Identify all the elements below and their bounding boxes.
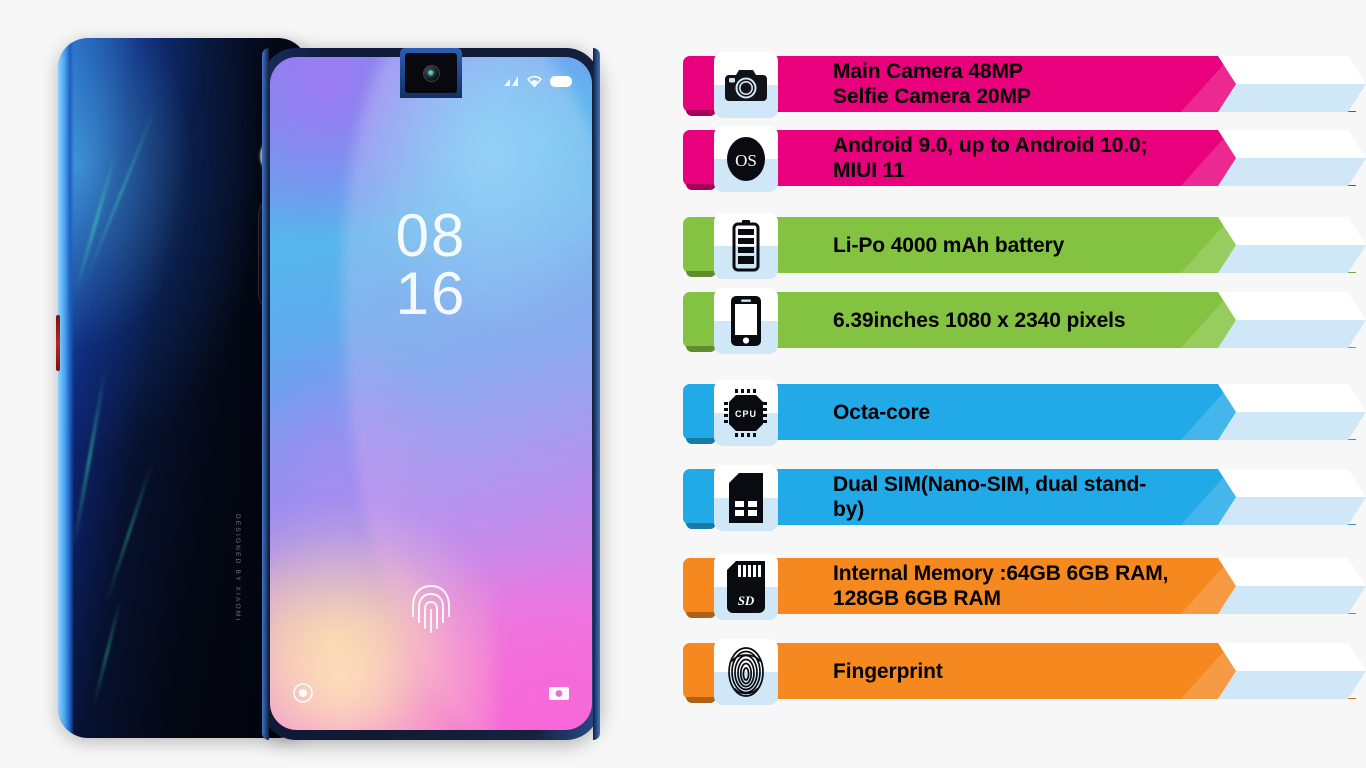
status-bar [504,75,572,87]
camera-icon [725,70,767,101]
back-streak [84,104,158,282]
spec-row-sim[interactable]: Dual SIM(Nano-SIM, dual stand-by) [683,465,1366,531]
spec-label: Android 9.0, up to Android 10.0; MIUI 11 [833,134,1148,182]
svg-text:CPU: CPU [735,409,757,419]
clock-hours: 08 [395,202,467,269]
phone-screen[interactable]: 08 16 [270,57,592,730]
spec-color-tab [683,56,715,112]
camera-shortcut-icon[interactable] [548,682,570,704]
wifi-icon [527,75,542,87]
spec-color-tab [683,292,715,348]
back-streak [72,369,107,547]
power-button[interactable] [56,315,60,371]
spec-icon-box [714,639,778,705]
phone-front-panel: 08 16 [262,48,600,740]
spec-row-memory[interactable]: SD Internal Memory :64GB 6GB RAM, 128GB … [683,554,1366,620]
flashlight-icon[interactable] [292,682,314,704]
smartphone-icon [731,296,761,346]
fingerprint-sensor-icon[interactable] [403,576,459,638]
signal-icon [504,76,518,86]
spec-icon-box [714,288,778,354]
phone-bezel-right [593,48,600,740]
spec-label: Internal Memory :64GB 6GB RAM, 128GB 6GB… [833,562,1169,610]
sim-card-icon [729,473,763,523]
spec-row-fingerprint[interactable]: Fingerprint [683,639,1366,705]
spec-label: Octa-core [833,400,931,424]
spec-color-tab [683,558,715,614]
phone-left-edge-highlight [58,38,74,738]
svg-text:SD: SD [738,593,755,608]
spec-row-cpu[interactable]: CPU Octa-core [683,380,1366,446]
spec-color-tab [683,130,715,186]
back-streak [73,150,118,296]
spec-label: Main Camera 48MP Selfie Camera 20MP [833,60,1031,108]
spec-row-display[interactable]: 6.39inches 1080 x 2340 pixels [683,288,1366,354]
os-icon: OS [727,137,765,181]
designed-by-label: DESIGNED BY XIAOMI [234,514,241,623]
infographic-root: DESIGNED BY XIAOMI 08 16 Main Camera 48M… [0,0,1366,768]
spec-list: Main Camera 48MP Selfie Camera 20MP OS A… [683,0,1366,768]
spec-color-tab [683,469,715,525]
spec-label: Dual SIM(Nano-SIM, dual stand-by) [833,473,1147,521]
spec-color-tab [683,217,715,273]
spec-label: 6.39inches 1080 x 2340 pixels [833,308,1126,332]
lockscreen-shortcuts [270,682,592,704]
battery-icon [732,220,760,272]
spec-icon-box: OS [714,126,778,192]
svg-text:OS: OS [735,151,757,170]
spec-color-tab [683,384,715,440]
popup-selfie-camera-icon [400,48,462,98]
spec-label: Li-Po 4000 mAh battery [833,233,1065,257]
clock-minutes: 16 [395,259,467,327]
spec-row-os[interactable]: OS Android 9.0, up to Android 10.0; MIUI… [683,126,1366,192]
spec-icon-box [714,465,778,531]
battery-icon [550,75,572,87]
spec-icon-box [714,52,778,118]
spec-color-tab [683,643,715,699]
sd-card-icon: SD [727,561,765,613]
cpu-icon: CPU [724,389,767,437]
phone-illustration: DESIGNED BY XIAOMI 08 16 [0,0,660,768]
lockscreen-clock: 08 16 [270,206,592,327]
back-streak [92,599,122,707]
back-streak [104,461,154,605]
phone-bezel-left [262,48,269,740]
spec-row-camera[interactable]: Main Camera 48MP Selfie Camera 20MP [683,52,1366,118]
spec-icon-box: CPU [714,380,778,446]
spec-icon-box [714,213,778,279]
spec-icon-box: SD [714,554,778,620]
spec-row-battery[interactable]: Li-Po 4000 mAh battery [683,213,1366,279]
spec-label: Fingerprint [833,659,943,683]
fingerprint-icon [728,647,764,697]
